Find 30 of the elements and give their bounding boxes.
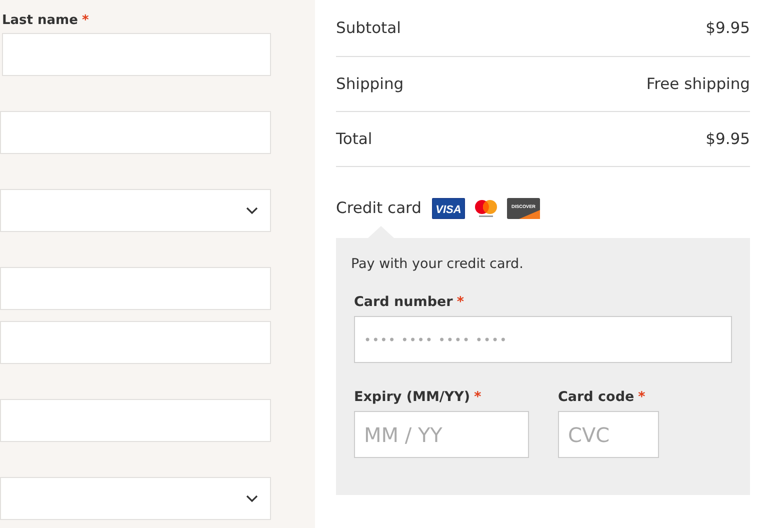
card-code-field[interactable]: CVC [558, 411, 659, 458]
summary-label: Shipping [336, 75, 404, 93]
select-field[interactable] [0, 189, 271, 232]
select-field[interactable] [0, 477, 271, 520]
required-mark: * [456, 294, 464, 310]
card-number-field[interactable]: •••• •••• •••• •••• [354, 316, 732, 363]
mastercard-logo [472, 198, 498, 218]
required-mark: * [638, 389, 646, 405]
summary-value: $9.95 [706, 19, 750, 37]
field-label: Last name [2, 13, 78, 28]
summary-label: Total [336, 130, 372, 148]
field-label: Card number [354, 294, 453, 310]
summary-value: Free shipping [646, 75, 750, 93]
field-label: Expiry (MM/YY) [354, 389, 470, 405]
field-label: Card code [558, 389, 634, 405]
text-field[interactable] [2, 33, 271, 76]
required-mark: * [474, 389, 482, 405]
summary-label: Subtotal [336, 19, 401, 37]
text-field[interactable] [0, 111, 271, 154]
chevron-down-icon [246, 206, 258, 214]
payment-method-label: Credit card [336, 199, 422, 217]
text-field[interactable] [0, 321, 271, 364]
summary-value: $9.95 [706, 130, 750, 148]
expiry-field[interactable]: MM / YY [354, 411, 529, 458]
visa-logo: VISA [432, 198, 464, 218]
chevron-down-icon [246, 494, 258, 502]
required-mark: * [82, 13, 89, 28]
payment-description: Pay with your credit card. [351, 256, 524, 272]
text-field[interactable] [0, 399, 271, 442]
text-field[interactable] [0, 267, 271, 310]
